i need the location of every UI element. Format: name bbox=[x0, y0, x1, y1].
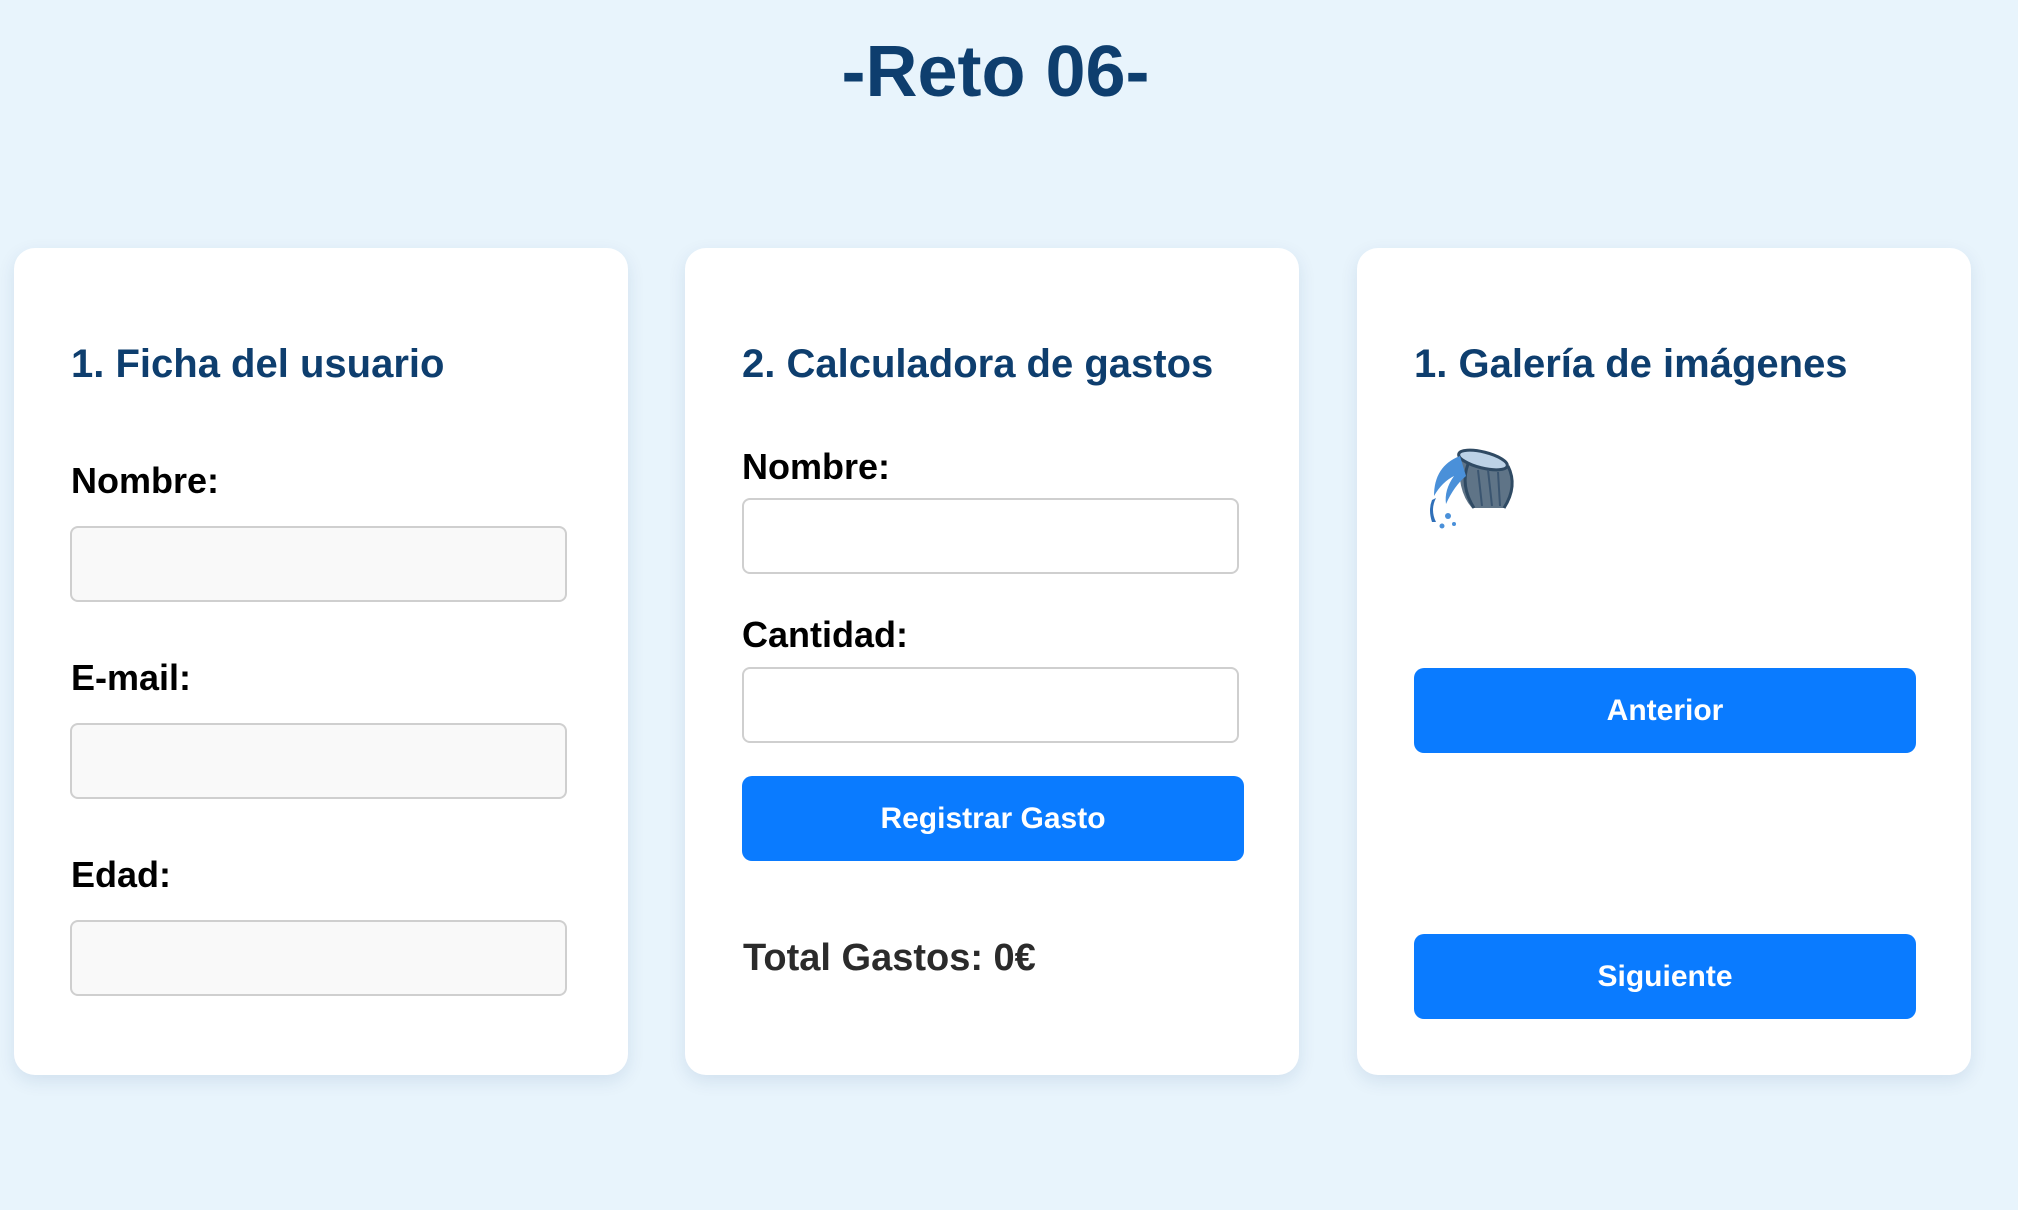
user-email-label: E-mail: bbox=[71, 657, 192, 698]
user-age-label: Edad: bbox=[71, 854, 172, 895]
next-button[interactable]: Siguiente bbox=[1414, 934, 1916, 1019]
user-email-input[interactable] bbox=[70, 723, 567, 799]
expense-name-label: Nombre: bbox=[742, 446, 891, 487]
water-bucket-icon bbox=[1430, 448, 1514, 529]
previous-button[interactable]: Anterior bbox=[1414, 668, 1916, 753]
user-card-heading: 1. Ficha del usuario bbox=[71, 342, 445, 386]
gallery-card-heading: 1. Galería de imágenes bbox=[1414, 342, 1848, 386]
register-expense-button[interactable]: Registrar Gasto bbox=[742, 776, 1244, 861]
user-name-label: Nombre: bbox=[71, 460, 220, 501]
expense-card-heading: 2. Calculadora de gastos bbox=[742, 342, 1214, 386]
expense-amount-input[interactable] bbox=[742, 667, 1239, 743]
expense-amount-label: Cantidad: bbox=[742, 614, 908, 655]
expense-name-input[interactable] bbox=[742, 498, 1239, 574]
user-age-input[interactable] bbox=[70, 920, 567, 996]
user-name-input[interactable] bbox=[70, 526, 567, 602]
page-title: -Reto 06- bbox=[841, 32, 1150, 112]
total-expenses-text: Total Gastos: 0€ bbox=[743, 937, 1036, 979]
